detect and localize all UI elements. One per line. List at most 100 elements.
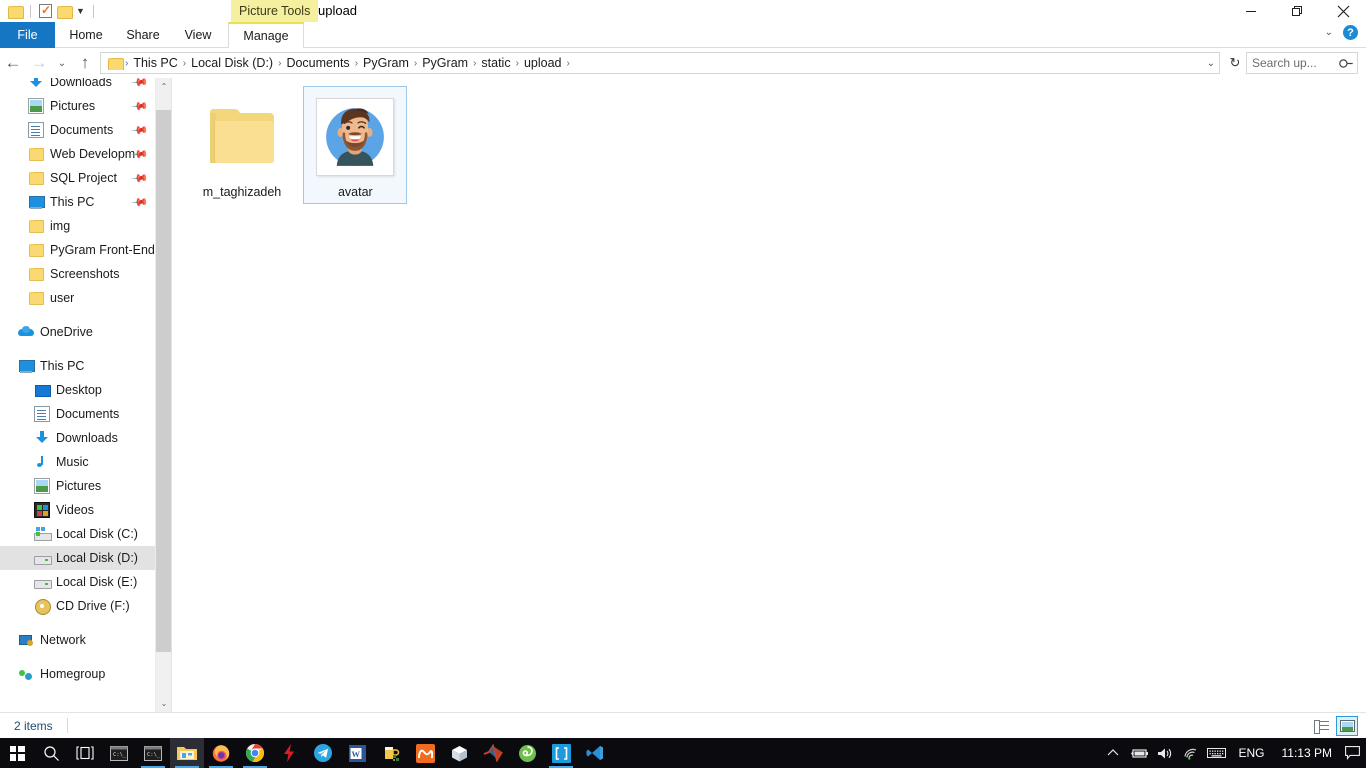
breadcrumb-item-static[interactable]: static — [477, 56, 514, 70]
sidebar-item-pygram-front-end[interactable]: PyGram Front-End — [0, 238, 155, 262]
search-button[interactable] — [34, 738, 68, 768]
navigation-pane-scrollbar[interactable]: ⌃ ⌄ — [155, 78, 172, 712]
virtualbox[interactable] — [442, 738, 476, 768]
new-folder-icon[interactable] — [57, 5, 73, 19]
sidebar-item-web-development[interactable]: Web Developme 📌 — [0, 142, 155, 166]
scroll-up-button[interactable]: ⌃ — [156, 78, 172, 95]
breadcrumb-item-pygram[interactable]: PyGram — [359, 56, 413, 70]
address-dropdown-icon[interactable]: ⌄ — [1207, 58, 1215, 69]
file-list-view[interactable]: m_taghizadeh avatar — [172, 78, 1366, 712]
sidebar-item-documents[interactable]: Documents — [0, 402, 155, 426]
minimize-button[interactable] — [1228, 0, 1274, 22]
beer-app[interactable] — [374, 738, 408, 768]
breadcrumb-item-upload[interactable]: upload — [520, 56, 566, 70]
start-button[interactable] — [0, 738, 34, 768]
chrome[interactable] — [238, 738, 272, 768]
language-indicator[interactable]: ENG — [1230, 746, 1274, 760]
pin-icon[interactable]: 📌 — [131, 193, 150, 211]
sidebar-item-pictures-quick[interactable]: Pictures 📌 — [0, 94, 155, 118]
breadcrumb-item-local-disk-d[interactable]: Local Disk (D:) — [187, 56, 277, 70]
show-hidden-icons-button[interactable] — [1100, 738, 1126, 768]
help-icon[interactable]: ? — [1343, 25, 1358, 40]
command-prompt-1[interactable]: C:\_ — [102, 738, 136, 768]
sidebar-item-this-pc[interactable]: This PC — [0, 354, 155, 378]
sidebar-item-img[interactable]: img — [0, 214, 155, 238]
sidebar-item-sql-project[interactable]: SQL Project 📌 — [0, 166, 155, 190]
customize-qat-icon[interactable]: ▼ — [76, 6, 85, 16]
scroll-down-button[interactable]: ⌄ — [156, 695, 172, 712]
system-tray: ENG 11:13 PM — [1100, 738, 1366, 768]
sidebar-item-network[interactable]: Network — [0, 628, 155, 652]
node[interactable] — [510, 738, 544, 768]
tab-home[interactable]: Home — [58, 22, 114, 48]
tab-manage[interactable]: Manage — [228, 22, 304, 48]
keyboard-icon[interactable] — [1204, 738, 1230, 768]
sidebar-item-downloads-quick[interactable]: Downloads 📌 — [0, 78, 155, 94]
sidebar-item-downloads[interactable]: Downloads — [0, 426, 155, 450]
file-explorer[interactable] — [170, 738, 204, 768]
back-button[interactable]: ← — [0, 50, 26, 76]
sidebar-item-local-disk-c[interactable]: Local Disk (C:) — [0, 522, 155, 546]
sidebar-item-music[interactable]: Music — [0, 450, 155, 474]
search-icon[interactable] — [1336, 54, 1354, 72]
wifi-icon[interactable] — [1178, 738, 1204, 768]
brackets[interactable] — [544, 738, 578, 768]
breadcrumb-item-documents[interactable]: Documents — [282, 56, 353, 70]
sidebar-item-label: Local Disk (E:) — [56, 575, 138, 589]
tab-share[interactable]: Share — [116, 22, 170, 48]
xampp[interactable] — [408, 738, 442, 768]
refresh-button[interactable]: ↻ — [1224, 52, 1246, 74]
sidebar-item-videos[interactable]: Videos — [0, 498, 155, 522]
telegram[interactable] — [306, 738, 340, 768]
pin-icon[interactable]: 📌 — [131, 78, 150, 91]
tab-file[interactable]: File — [0, 22, 55, 48]
sidebar-item-screenshots[interactable]: Screenshots — [0, 262, 155, 286]
search-input[interactable]: Search up... — [1246, 52, 1358, 74]
volume-icon[interactable] — [1152, 738, 1178, 768]
recent-locations-button[interactable]: ⌄ — [52, 50, 72, 76]
vs-code[interactable] — [578, 738, 612, 768]
sidebar-item-this-pc-quick[interactable]: This PC 📌 — [0, 190, 155, 214]
breadcrumb-bar[interactable]: › This PC › Local Disk (D:) › Documents … — [100, 52, 1220, 74]
sidebar-item-pictures[interactable]: Pictures — [0, 474, 155, 498]
tab-view[interactable]: View — [172, 22, 224, 48]
sidebar-item-user[interactable]: user — [0, 286, 155, 310]
flash-app[interactable] — [272, 738, 306, 768]
folder-icon[interactable] — [8, 5, 24, 19]
breadcrumb-separator[interactable]: › — [565, 58, 570, 69]
details-view-button[interactable] — [1310, 716, 1332, 736]
sidebar-item-local-disk-e[interactable]: Local Disk (E:) — [0, 570, 155, 594]
sidebar-item-onedrive[interactable]: OneDrive — [0, 320, 155, 344]
firefox[interactable] — [204, 738, 238, 768]
breadcrumb-item-pygram-2[interactable]: PyGram — [418, 56, 472, 70]
chevron-down-icon[interactable]: ⌄ — [1325, 27, 1333, 38]
notification-icon[interactable] — [1340, 738, 1364, 768]
sidebar-item-desktop[interactable]: Desktop — [0, 378, 155, 402]
clock[interactable]: 11:13 PM — [1274, 746, 1340, 760]
sidebar-item-homegroup[interactable]: Homegroup — [0, 662, 155, 686]
task-view-button[interactable] — [68, 738, 102, 768]
matlab[interactable] — [476, 738, 510, 768]
properties-icon[interactable] — [39, 3, 52, 18]
file-item-image[interactable]: avatar — [303, 86, 408, 204]
breadcrumb-folder-icon[interactable] — [108, 57, 124, 70]
navigation-pane[interactable]: Downloads 📌 Pictures 📌 Documents 📌 Web D… — [0, 78, 155, 712]
battery-icon[interactable] — [1126, 738, 1152, 768]
pin-icon[interactable]: 📌 — [131, 169, 150, 187]
drive-icon — [34, 574, 52, 590]
close-button[interactable] — [1320, 0, 1366, 22]
large-icons-view-button[interactable] — [1336, 715, 1358, 736]
scrollbar-thumb[interactable] — [156, 110, 172, 652]
file-item-folder[interactable]: m_taghizadeh — [190, 86, 294, 204]
word[interactable]: W — [340, 738, 374, 768]
command-prompt-2[interactable]: C:\_ — [136, 738, 170, 768]
sidebar-item-cd-drive-f[interactable]: CD Drive (F:) — [0, 594, 155, 618]
sidebar-item-local-disk-d[interactable]: Local Disk (D:) — [0, 546, 155, 570]
pin-icon[interactable]: 📌 — [131, 97, 150, 115]
breadcrumb-item-this-pc[interactable]: This PC — [129, 56, 181, 70]
up-button[interactable]: ↑ — [72, 50, 98, 76]
forward-button[interactable]: → — [26, 50, 52, 76]
maximize-button[interactable] — [1274, 0, 1320, 22]
pin-icon[interactable]: 📌 — [131, 121, 150, 139]
sidebar-item-documents-quick[interactable]: Documents 📌 — [0, 118, 155, 142]
